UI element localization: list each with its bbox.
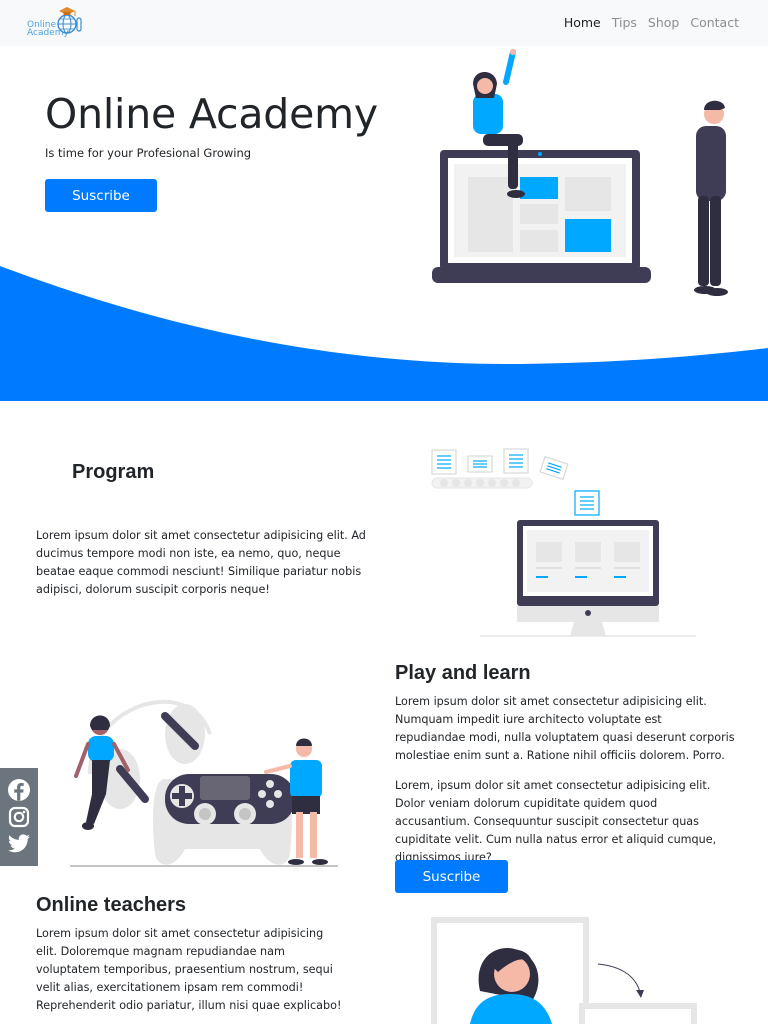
play-learn-paragraph-2: Lorem, ipsum dolor sit amet consectetur … bbox=[395, 779, 717, 864]
nav-links: Home Tips Shop Contact bbox=[553, 15, 739, 30]
instagram-icon[interactable] bbox=[7, 805, 31, 829]
program-computer-illustration bbox=[431, 448, 696, 637]
hero-subtitle: Is time for your Profesional Growing bbox=[45, 146, 252, 160]
laptop-people-illustration bbox=[432, 49, 728, 296]
teachers-text: Lorem ipsum dolor sit amet consectetur a… bbox=[36, 927, 342, 1012]
program-text: Lorem ipsum dolor sit amet consectetur a… bbox=[36, 529, 366, 596]
online-teacher-illustration bbox=[431, 917, 697, 1024]
nav-link-shop[interactable]: Shop bbox=[648, 15, 679, 30]
play-learn-paragraph-1: Lorem ipsum dolor sit amet consectetur a… bbox=[395, 695, 735, 762]
play-learn-title: Play and learn bbox=[395, 662, 531, 684]
teachers-title: Online teachers bbox=[36, 894, 187, 916]
play-learn-subscribe-button[interactable]: Suscribe bbox=[395, 860, 508, 893]
gamepad-people-illustration bbox=[70, 699, 338, 867]
program-title: Program bbox=[72, 461, 155, 483]
facebook-icon[interactable] bbox=[7, 778, 31, 802]
hero-section: Online Academy Is time for your Profesio… bbox=[0, 46, 768, 401]
brand-logo[interactable]: Online Academy bbox=[27, 5, 87, 39]
navbar: Online Academy Home Tips Shop Contact bbox=[0, 0, 768, 46]
hero-title: Online Academy bbox=[45, 90, 378, 138]
nav-link-contact[interactable]: Contact bbox=[690, 15, 739, 30]
globe-graduation-icon bbox=[57, 7, 82, 34]
nav-link-tips[interactable]: Tips bbox=[612, 15, 637, 30]
social-sidebar bbox=[0, 768, 38, 866]
hero-subscribe-button[interactable]: Suscribe bbox=[45, 179, 157, 212]
twitter-icon[interactable] bbox=[7, 832, 31, 856]
nav-link-home[interactable]: Home bbox=[564, 15, 601, 30]
